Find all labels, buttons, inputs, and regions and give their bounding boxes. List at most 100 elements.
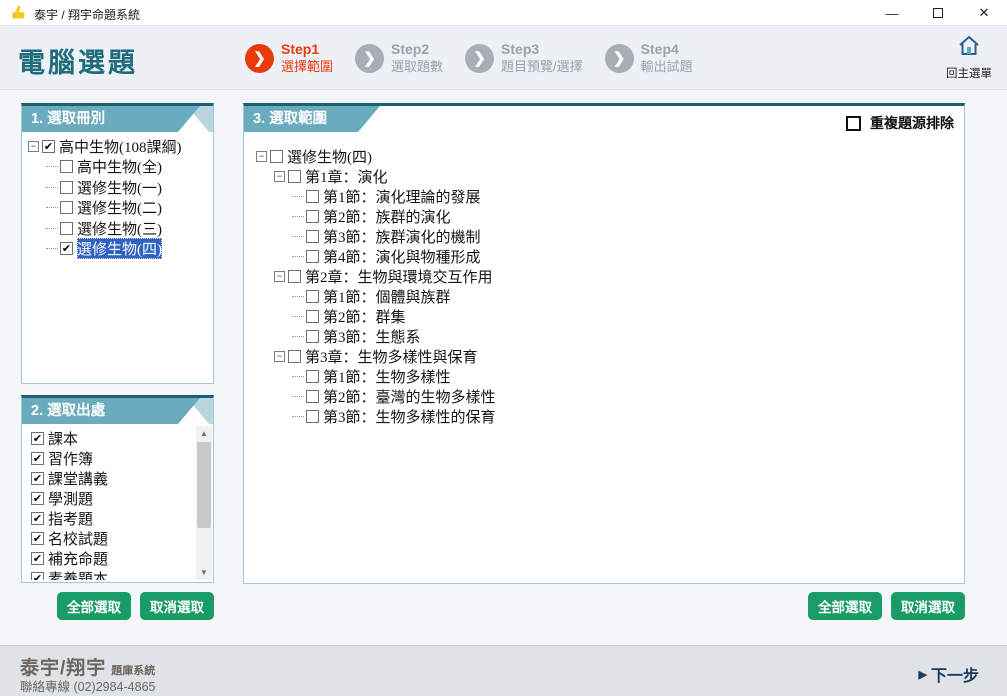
checkbox[interactable] (306, 330, 319, 343)
checkbox[interactable]: ✔ (31, 532, 44, 545)
home-menu-button[interactable]: 回主選單 (941, 34, 997, 81)
source-item-label[interactable]: 名校試題 (48, 528, 108, 549)
scroll-up-icon[interactable]: ▲ (196, 426, 212, 441)
checkbox[interactable] (306, 190, 319, 203)
source-item-label[interactable]: 學測題 (48, 488, 93, 509)
checkbox[interactable] (288, 170, 301, 183)
scope-deselect-button[interactable]: 取消選取 (891, 592, 965, 620)
tree-item-label[interactable]: 第4節：演化與物種形成 (323, 246, 481, 267)
checkbox[interactable] (288, 350, 301, 363)
checkbox[interactable] (306, 370, 319, 383)
tree-item-label[interactable]: 第1章：演化 (305, 166, 388, 187)
checkbox[interactable]: ✔ (42, 140, 55, 153)
checkbox[interactable] (306, 390, 319, 403)
tree-item-label[interactable]: 第2章：生物與環境交互作用 (305, 266, 493, 287)
checkbox[interactable]: ✔ (60, 242, 73, 255)
tree-item-label[interactable]: 高中生物(108課綱) (59, 136, 182, 157)
checkbox[interactable] (306, 230, 319, 243)
tree-item-label[interactable]: 第2節：族群的演化 (323, 206, 451, 227)
checkbox[interactable]: ✔ (31, 472, 44, 485)
scope-buttons: 全部選取 取消選取 (243, 592, 965, 620)
minimize-button[interactable]: — (869, 0, 915, 26)
tree-item-label[interactable]: 第3節：生物多樣性的保育 (323, 406, 496, 427)
collapse-toggle-icon[interactable]: − (274, 351, 285, 362)
panel-book-selection-header: 1. 選取冊別 (22, 106, 213, 132)
checkbox[interactable]: ✔ (31, 552, 44, 565)
tree-item: 高中生物(全) (28, 157, 211, 178)
checkbox[interactable] (306, 250, 319, 263)
source-item: ✔ 習作簿 (31, 448, 195, 468)
source-deselect-button[interactable]: 取消選取 (140, 592, 214, 620)
tree-item: 第3節：生態系 (256, 326, 962, 346)
tree-item-label[interactable]: 第3節：生態系 (323, 326, 421, 347)
scrollbar-thumb[interactable] (197, 442, 211, 528)
source-item-label[interactable]: 素養題本 (48, 568, 108, 581)
scope-select-all-button[interactable]: 全部選取 (808, 592, 882, 620)
collapse-toggle-icon[interactable]: − (256, 151, 267, 162)
tree-item-label[interactable]: 第2節：群集 (323, 306, 406, 327)
source-item-label[interactable]: 課堂講義 (48, 468, 108, 489)
tree-item-label[interactable]: 第2節：臺灣的生物多樣性 (323, 386, 496, 407)
tree-item-label[interactable]: 第1節：生物多樣性 (323, 366, 451, 387)
source-list-scrollbar[interactable]: ▲ ▼ (196, 426, 212, 580)
checkbox[interactable]: ✔ (31, 492, 44, 505)
checkbox[interactable] (306, 210, 319, 223)
tree-item-label[interactable]: 選修生物(四) (287, 146, 372, 167)
close-button[interactable]: ✕ (961, 0, 1007, 26)
tree-item: 選修生物(三) (28, 218, 211, 239)
next-step-button[interactable]: ▶ 下一步 (919, 662, 979, 686)
panel-book-selection-title: 1. 選取冊別 (22, 106, 200, 132)
dedupe-option[interactable]: 重複題源排除 (846, 113, 954, 133)
step-3-label: 題目預覽/選擇 (501, 59, 583, 75)
tree-connector (46, 207, 58, 208)
source-item: ✔ 課本 (31, 428, 195, 448)
checkbox[interactable]: ✔ (31, 572, 44, 581)
tree-item-label[interactable]: 第3章：生物多樣性與保育 (305, 346, 478, 367)
maximize-button[interactable] (915, 0, 961, 26)
next-step-label: 下一步 (931, 662, 979, 686)
scroll-down-icon[interactable]: ▼ (196, 565, 212, 580)
checkbox[interactable]: ✔ (31, 512, 44, 525)
tree-item: ✔ 選修生物(四) (28, 239, 211, 260)
tree-connector (292, 216, 304, 217)
source-item-label[interactable]: 補充命題 (48, 548, 108, 569)
collapse-toggle-icon[interactable]: − (28, 141, 39, 152)
tree-item-label[interactable]: 第1節：演化理論的發展 (323, 186, 481, 207)
panel-book-selection: 1. 選取冊別 −✔高中生物(108課綱)高中生物(全)選修生物(一)選修生物(… (21, 103, 214, 384)
tree-connector (292, 336, 304, 337)
collapse-toggle-icon[interactable]: − (274, 171, 285, 182)
checkbox[interactable] (60, 201, 73, 214)
titlebar: 泰宇 / 翔宇命題系統 — ✕ (0, 0, 1007, 26)
source-buttons: 全部選取 取消選取 (21, 592, 214, 620)
checkbox[interactable] (306, 290, 319, 303)
tree-item-label[interactable]: 選修生物(一) (77, 177, 162, 198)
checkbox[interactable] (306, 410, 319, 423)
window-controls: — ✕ (869, 0, 1007, 26)
source-item-label[interactable]: 習作簿 (48, 448, 93, 469)
dedupe-label: 重複題源排除 (870, 113, 954, 133)
step-1-number: Step1 (281, 41, 333, 59)
tree-item-label[interactable]: 選修生物(二) (77, 197, 162, 218)
tree-item-label[interactable]: 第3節：族群演化的機制 (323, 226, 481, 247)
source-item-label[interactable]: 指考題 (48, 508, 93, 529)
checkbox[interactable] (60, 160, 73, 173)
source-item: ✔ 課堂講義 (31, 468, 195, 488)
tree-item-label[interactable]: 選修生物(三) (77, 218, 162, 239)
tree-item-label[interactable]: 高中生物(全) (77, 156, 162, 177)
checkbox[interactable] (288, 270, 301, 283)
source-item-label[interactable]: 課本 (48, 428, 78, 449)
checkbox[interactable]: ✔ (31, 452, 44, 465)
tree-item: 第2節：族群的演化 (256, 206, 962, 226)
dedupe-checkbox[interactable] (846, 116, 861, 131)
checkbox[interactable] (306, 310, 319, 323)
checkbox[interactable] (270, 150, 283, 163)
checkbox[interactable]: ✔ (31, 432, 44, 445)
checkbox[interactable] (60, 181, 73, 194)
collapse-toggle-icon[interactable]: − (274, 271, 285, 282)
source-select-all-button[interactable]: 全部選取 (57, 592, 131, 620)
tree-item: − 選修生物(四) (256, 146, 962, 166)
tree-item-label[interactable]: 第1節：個體與族群 (323, 286, 451, 307)
tree-item-label[interactable]: 選修生物(四) (77, 238, 162, 259)
checkbox[interactable] (60, 222, 73, 235)
tree-item: 第1節：生物多樣性 (256, 366, 962, 386)
